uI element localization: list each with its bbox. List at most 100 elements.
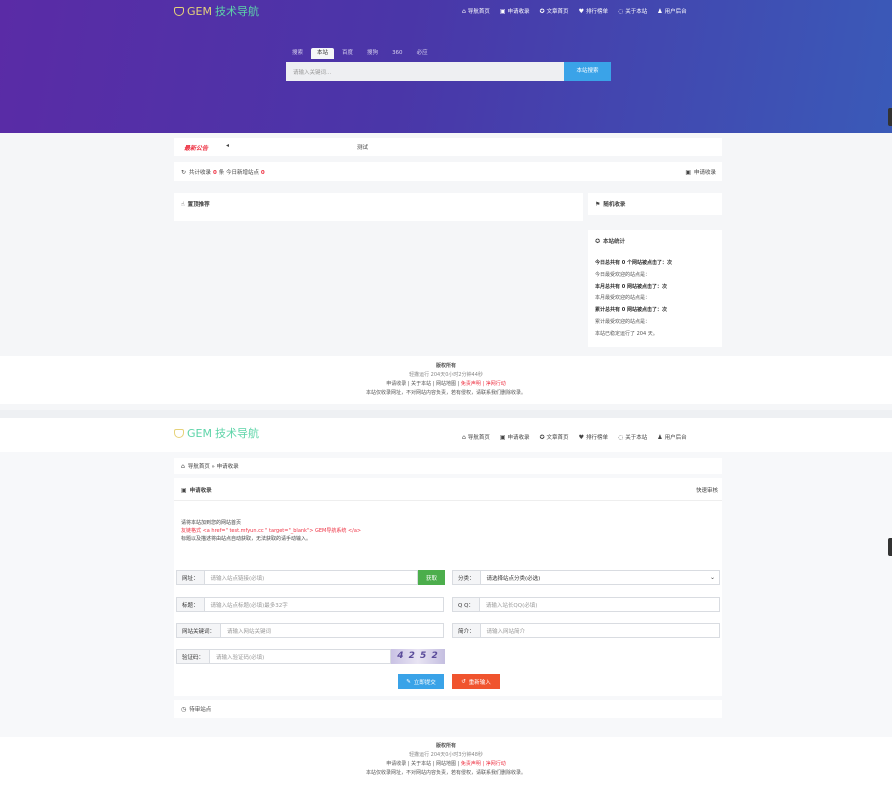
about-icon: ◌	[617, 433, 624, 441]
notice-text: 测试	[357, 145, 369, 151]
reset-icon: ↺	[461, 678, 466, 685]
home-icon: ⌂	[462, 7, 466, 15]
apply-icon: ▣	[499, 433, 506, 441]
apply-screenshot: GEM 技术导航 ⌂ 导航首页 ▣ 申请收录 ✪ 文章首页 ♥ 排行榜单 ◌ 关于本站 ♟ 用户后台 ⌂…	[0, 418, 892, 789]
category-select[interactable]: 分类： 请选择站点分类(必选) ⌄	[452, 570, 720, 585]
keywords-field[interactable]: 网站关键词： 请输入网站关键词	[176, 623, 444, 638]
search-tab-1[interactable]: 本站	[311, 48, 335, 59]
nav-item-0[interactable]: ⌂ 导航首页	[462, 7, 490, 16]
footer-links[interactable]: 申请收录 | 关于本站 | 网站地图 | 免责声明 | 净网行动	[0, 760, 892, 769]
nav-item-1[interactable]: ▣ 申请收录	[499, 7, 530, 16]
qq-field[interactable]: Q Q： 请输入站长QQ(必填)	[452, 597, 720, 612]
about-icon: ◌	[617, 7, 624, 15]
breadcrumb: ⌂ 导航首页 » 申请收录	[174, 458, 722, 474]
refresh-icon: ↻	[181, 169, 187, 176]
home-screenshot: GEM 技术导航 ⌂ 导航首页 ▣ 申请收录 ✪ 文章首页 ♥ 排行榜单 ◌ 关于本站 ♟ 用户后台 搜…	[0, 0, 892, 410]
apply-title: ▣ 申请收录	[181, 487, 212, 494]
footer-title: 版权所有	[435, 363, 456, 369]
footer-links[interactable]: 申请收录 | 关于本站 | 网站地图 | 免责声明 | 净网行动	[0, 380, 892, 389]
user-icon: ♟	[657, 7, 663, 15]
nav-item-2[interactable]: ✪ 文章首页	[539, 7, 569, 16]
apply-icon: ▣	[181, 487, 187, 494]
chevron-down-icon: ⌄	[709, 574, 715, 581]
divider	[174, 500, 722, 501]
user-icon: ♟	[657, 433, 663, 441]
nav-item-2[interactable]: ✪ 文章首页	[539, 433, 569, 442]
captcha-image[interactable]: 4 2 5 2	[391, 649, 445, 664]
captcha-field[interactable]: 验证码： 请输入验证码(必填)	[176, 649, 391, 664]
apply-intro: 请将本站加到您的网站首页 友链格式 <a href=" test.mfyun.c…	[181, 520, 362, 542]
site-stat-line: 累计总共有 0 网站被点击了：次	[595, 307, 667, 314]
search-tab-0[interactable]: 搜索	[286, 48, 309, 59]
nav-item-5[interactable]: ♟ 用户后台	[657, 7, 686, 16]
apply-icon: ▣	[499, 7, 506, 15]
site-stat-line: 今日最受欢迎的站点是：	[595, 271, 651, 278]
home-icon: ⌂	[462, 433, 466, 441]
quick-review-link[interactable]: 快速审核	[696, 486, 718, 494]
submit-button[interactable]: ✎ 立即提交	[398, 674, 444, 689]
site-stat-line: 今日总共有 0 个网站被点击了：次	[595, 260, 672, 266]
rank-icon: ♥	[578, 7, 584, 15]
clock-icon: ◷	[181, 706, 187, 713]
footer: 版权所有 轻撒运行 204天0小时2分钟44秒 申请收录 | 关于本站 | 网站…	[0, 356, 892, 404]
site-stat-line: 本月总共有 0 网站被点击了：次	[595, 283, 667, 290]
title-field[interactable]: 标题： 请输入站点标题(必填)最多32字	[176, 597, 444, 612]
stats-summary: ↻ 共计收录 0 条 今日新增站点 0	[181, 169, 265, 176]
recommend-panel: ☝ 置顶推荐	[174, 193, 583, 221]
search-tab-2[interactable]: 百度	[336, 48, 359, 59]
side-scroll-handle[interactable]	[888, 538, 892, 556]
search-tab-4[interactable]: 360	[386, 48, 409, 59]
nav-item-1[interactable]: ▣ 申请收录	[499, 433, 530, 442]
footer-title: 版权所有	[435, 743, 456, 749]
random-panel: ⚑ 随机收录	[588, 193, 722, 215]
gem-icon	[174, 6, 184, 16]
thumb-icon: ☝	[181, 201, 185, 208]
site-stat-line: 本月最受欢迎的站点是：	[595, 295, 651, 302]
search-button[interactable]: 本站搜索	[564, 62, 611, 81]
url-field[interactable]: 网址： 请输入站点链接(必填)	[176, 570, 418, 585]
site-stat-line: 本站已稳定运行了 204 天。	[595, 330, 658, 337]
search-tab-3[interactable]: 搜狗	[361, 48, 384, 59]
stats-bar: ↻ 共计收录 0 条 今日新增站点 0 ▣ 申请收录	[174, 162, 722, 181]
search-input[interactable]: 请输入关键词...	[286, 62, 564, 81]
header-bar: GEM 技术导航 ⌂ 导航首页 ▣ 申请收录 ✪ 文章首页 ♥ 排行榜单 ◌ 关于本站 ♟ 用户后台	[0, 418, 892, 452]
notice-bar: 最新公告 ◂ 测试	[174, 138, 722, 156]
search-tab-5[interactable]: 必应	[411, 48, 434, 59]
rank-icon: ♥	[578, 433, 584, 441]
hero-banner: GEM 技术导航 ⌂ 导航首页 ▣ 申请收录 ✪ 文章首页 ♥ 排行榜单 ◌ 关于本站 ♟ 用户后台 搜…	[0, 0, 892, 133]
site-stats-panel: ✪ 本站统计 今日总共有 0 个网站被点击了：次 今日最受欢迎的站点是： 本月总共有 …	[588, 230, 722, 347]
side-scroll-handle[interactable]	[888, 108, 892, 126]
pending-panel: ◷ 待审站点	[174, 700, 722, 718]
article-icon: ✪	[539, 433, 545, 441]
search-tabs: 搜索 本站 百度 搜狗 360 必应	[286, 48, 434, 59]
top-nav: ⌂ 导航首页 ▣ 申请收录 ✪ 文章首页 ♥ 排行榜单 ◌ 关于本站 ♟ 用户后台	[462, 7, 687, 16]
speaker-icon: ◂	[226, 142, 230, 149]
recommend-title: ☝ 置顶推荐	[181, 201, 210, 208]
footer-disclaimer: 本站仅收录网址，不对网站内容负责，若有侵权，请联系我们删除收录。	[365, 390, 526, 396]
apply-icon: ▣	[685, 169, 691, 176]
nav-item-0[interactable]: ⌂ 导航首页	[462, 433, 490, 442]
pencil-icon: ✎	[406, 678, 411, 685]
home-icon: ⌂	[181, 463, 185, 470]
nav-item-3[interactable]: ♥ 排行榜单	[578, 7, 608, 16]
top-nav: ⌂ 导航首页 ▣ 申请收录 ✪ 文章首页 ♥ 排行榜单 ◌ 关于本站 ♟ 用户后台	[462, 433, 687, 442]
nav-item-4[interactable]: ◌ 关于本站	[617, 433, 647, 442]
description-field[interactable]: 简介： 请输入网站简介	[452, 623, 720, 638]
random-title: ⚑ 随机收录	[595, 201, 626, 208]
site-logo[interactable]: GEM 技术导航	[174, 4, 259, 18]
site-logo[interactable]: GEM 技术导航	[174, 426, 259, 440]
gem-icon	[174, 428, 184, 438]
fetch-button[interactable]: 获取	[418, 570, 445, 585]
flag-icon: ⚑	[595, 201, 601, 208]
nav-item-4[interactable]: ◌ 关于本站	[617, 7, 647, 16]
notice-label: 最新公告	[184, 145, 209, 152]
apply-link[interactable]: ▣ 申请收录	[685, 168, 716, 176]
nav-item-5[interactable]: ♟ 用户后台	[657, 433, 686, 442]
reset-button[interactable]: ↺ 重新输入	[452, 674, 500, 689]
site-stats-list: 今日总共有 0 个网站被点击了：次 今日最受欢迎的站点是： 本月总共有 0 网站被点…	[595, 258, 672, 341]
site-stats-title: ✪ 本站统计	[595, 238, 626, 245]
article-icon: ✪	[539, 7, 545, 15]
chart-icon: ✪	[595, 238, 601, 245]
nav-item-3[interactable]: ♥ 排行榜单	[578, 433, 608, 442]
site-stat-line: 累计最受欢迎的站点是：	[595, 318, 651, 325]
